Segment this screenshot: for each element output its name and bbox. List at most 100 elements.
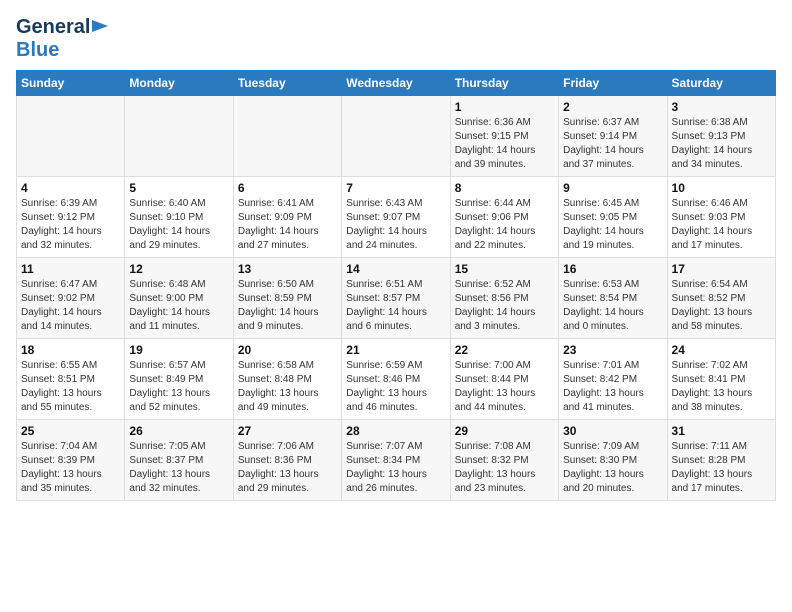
col-header-sunday: Sunday — [17, 71, 125, 96]
logo-text-general: General — [16, 16, 90, 38]
day-info: Sunrise: 6:50 AM Sunset: 8:59 PM Dayligh… — [238, 278, 337, 334]
calendar-cell: 22 Sunrise: 7:00 AM Sunset: 8:44 PM Dayli… — [450, 339, 558, 420]
calendar-cell: 30 Sunrise: 7:09 AM Sunset: 8:30 PM Dayli… — [559, 420, 667, 501]
col-header-thursday: Thursday — [450, 71, 558, 96]
day-info: Sunrise: 6:53 AM Sunset: 8:54 PM Dayligh… — [563, 278, 662, 334]
calendar-cell — [17, 96, 125, 177]
day-number: 25 — [21, 424, 120, 438]
day-info: Sunrise: 6:47 AM Sunset: 9:02 PM Dayligh… — [21, 278, 120, 334]
calendar-cell: 2 Sunrise: 6:37 AM Sunset: 9:14 PM Daylig… — [559, 96, 667, 177]
calendar-cell: 26 Sunrise: 7:05 AM Sunset: 8:37 PM Dayli… — [125, 420, 233, 501]
day-info: Sunrise: 6:51 AM Sunset: 8:57 PM Dayligh… — [346, 278, 445, 334]
week-row-2: 4 Sunrise: 6:39 AM Sunset: 9:12 PM Daylig… — [17, 177, 776, 258]
col-header-tuesday: Tuesday — [233, 71, 341, 96]
calendar-cell — [125, 96, 233, 177]
calendar-cell: 21 Sunrise: 6:59 AM Sunset: 8:46 PM Dayli… — [342, 339, 450, 420]
calendar-cell: 23Sunrise: 7:01 AM Sunset: 8:42 PM Dayli… — [559, 339, 667, 420]
calendar-cell: 17 Sunrise: 6:54 AM Sunset: 8:52 PM Dayli… — [667, 258, 775, 339]
day-info: Sunrise: 6:59 AM Sunset: 8:46 PM Dayligh… — [346, 359, 445, 415]
day-number: 16 — [563, 262, 662, 276]
calendar-cell: 13 Sunrise: 6:50 AM Sunset: 8:59 PM Dayli… — [233, 258, 341, 339]
day-number: 19 — [129, 343, 228, 357]
calendar-cell: 19 Sunrise: 6:57 AM Sunset: 8:49 PM Dayli… — [125, 339, 233, 420]
day-info: Sunrise: 7:09 AM Sunset: 8:30 PM Dayligh… — [563, 440, 662, 496]
day-number: 6 — [238, 181, 337, 195]
calendar-cell: 24 Sunrise: 7:02 AM Sunset: 8:41 PM Dayli… — [667, 339, 775, 420]
day-number: 11 — [21, 262, 120, 276]
col-header-monday: Monday — [125, 71, 233, 96]
day-number: 14 — [346, 262, 445, 276]
logo-arrow-icon — [92, 16, 108, 36]
day-number: 13 — [238, 262, 337, 276]
calendar-cell: 7Sunrise: 6:43 AM Sunset: 9:07 PM Daylig… — [342, 177, 450, 258]
day-info: Sunrise: 7:06 AM Sunset: 8:36 PM Dayligh… — [238, 440, 337, 496]
day-number: 22 — [455, 343, 554, 357]
week-row-1: 1 Sunrise: 6:36 AM Sunset: 9:15 PM Daylig… — [17, 96, 776, 177]
day-info: Sunrise: 6:41 AM Sunset: 9:09 PM Dayligh… — [238, 197, 337, 253]
day-info: Sunrise: 6:58 AM Sunset: 8:48 PM Dayligh… — [238, 359, 337, 415]
calendar-cell: 8 Sunrise: 6:44 AM Sunset: 9:06 PM Daylig… — [450, 177, 558, 258]
calendar-cell: 9 Sunrise: 6:45 AM Sunset: 9:05 PM Daylig… — [559, 177, 667, 258]
day-info: Sunrise: 7:01 AM Sunset: 8:42 PM Dayligh… — [563, 359, 662, 415]
day-number: 30 — [563, 424, 662, 438]
calendar-cell — [233, 96, 341, 177]
calendar-cell — [342, 96, 450, 177]
calendar-cell: 5Sunrise: 6:40 AM Sunset: 9:10 PM Daylig… — [125, 177, 233, 258]
day-number: 27 — [238, 424, 337, 438]
calendar-table: SundayMondayTuesdayWednesdayThursdayFrid… — [16, 70, 776, 501]
week-row-5: 25 Sunrise: 7:04 AM Sunset: 8:39 PM Dayli… — [17, 420, 776, 501]
day-info: Sunrise: 6:45 AM Sunset: 9:05 PM Dayligh… — [563, 197, 662, 253]
day-info: Sunrise: 7:02 AM Sunset: 8:41 PM Dayligh… — [672, 359, 771, 415]
calendar-cell: 10Sunrise: 6:46 AM Sunset: 9:03 PM Dayli… — [667, 177, 775, 258]
day-info: Sunrise: 6:40 AM Sunset: 9:10 PM Dayligh… — [129, 197, 228, 253]
calendar-cell: 28Sunrise: 7:07 AM Sunset: 8:34 PM Dayli… — [342, 420, 450, 501]
day-info: Sunrise: 7:08 AM Sunset: 8:32 PM Dayligh… — [455, 440, 554, 496]
calendar-cell: 11 Sunrise: 6:47 AM Sunset: 9:02 PM Dayli… — [17, 258, 125, 339]
day-info: Sunrise: 6:44 AM Sunset: 9:06 PM Dayligh… — [455, 197, 554, 253]
day-number: 24 — [672, 343, 771, 357]
day-info: Sunrise: 6:38 AM Sunset: 9:13 PM Dayligh… — [672, 116, 771, 172]
col-header-saturday: Saturday — [667, 71, 775, 96]
day-number: 12 — [129, 262, 228, 276]
calendar-cell: 25 Sunrise: 7:04 AM Sunset: 8:39 PM Dayli… — [17, 420, 125, 501]
day-number: 17 — [672, 262, 771, 276]
day-number: 1 — [455, 100, 554, 114]
day-number: 15 — [455, 262, 554, 276]
day-info: Sunrise: 6:39 AM Sunset: 9:12 PM Dayligh… — [21, 197, 120, 253]
day-number: 8 — [455, 181, 554, 195]
calendar-cell: 3 Sunrise: 6:38 AM Sunset: 9:13 PM Daylig… — [667, 96, 775, 177]
calendar-cell: 31Sunrise: 7:11 AM Sunset: 8:28 PM Dayli… — [667, 420, 775, 501]
page-header: General Blue — [16, 16, 776, 62]
day-info: Sunrise: 7:00 AM Sunset: 8:44 PM Dayligh… — [455, 359, 554, 415]
week-row-3: 11 Sunrise: 6:47 AM Sunset: 9:02 PM Dayli… — [17, 258, 776, 339]
calendar-cell: 15Sunrise: 6:52 AM Sunset: 8:56 PM Dayli… — [450, 258, 558, 339]
calendar-cell: 1 Sunrise: 6:36 AM Sunset: 9:15 PM Daylig… — [450, 96, 558, 177]
day-number: 7 — [346, 181, 445, 195]
day-info: Sunrise: 6:37 AM Sunset: 9:14 PM Dayligh… — [563, 116, 662, 172]
day-number: 20 — [238, 343, 337, 357]
day-number: 9 — [563, 181, 662, 195]
calendar-header-row: SundayMondayTuesdayWednesdayThursdayFrid… — [17, 71, 776, 96]
col-header-friday: Friday — [559, 71, 667, 96]
day-info: Sunrise: 7:07 AM Sunset: 8:34 PM Dayligh… — [346, 440, 445, 496]
day-number: 29 — [455, 424, 554, 438]
calendar-cell: 6 Sunrise: 6:41 AM Sunset: 9:09 PM Daylig… — [233, 177, 341, 258]
calendar-cell: 29 Sunrise: 7:08 AM Sunset: 8:32 PM Dayli… — [450, 420, 558, 501]
day-info: Sunrise: 7:05 AM Sunset: 8:37 PM Dayligh… — [129, 440, 228, 496]
day-info: Sunrise: 6:36 AM Sunset: 9:15 PM Dayligh… — [455, 116, 554, 172]
day-info: Sunrise: 6:54 AM Sunset: 8:52 PM Dayligh… — [672, 278, 771, 334]
logo: General Blue — [16, 16, 90, 62]
day-number: 3 — [672, 100, 771, 114]
calendar-cell: 20 Sunrise: 6:58 AM Sunset: 8:48 PM Dayli… — [233, 339, 341, 420]
day-number: 4 — [21, 181, 120, 195]
day-number: 21 — [346, 343, 445, 357]
day-info: Sunrise: 7:04 AM Sunset: 8:39 PM Dayligh… — [21, 440, 120, 496]
day-info: Sunrise: 6:55 AM Sunset: 8:51 PM Dayligh… — [21, 359, 120, 415]
day-number: 26 — [129, 424, 228, 438]
day-info: Sunrise: 6:48 AM Sunset: 9:00 PM Dayligh… — [129, 278, 228, 334]
day-info: Sunrise: 6:57 AM Sunset: 8:49 PM Dayligh… — [129, 359, 228, 415]
day-info: Sunrise: 6:46 AM Sunset: 9:03 PM Dayligh… — [672, 197, 771, 253]
day-info: Sunrise: 7:11 AM Sunset: 8:28 PM Dayligh… — [672, 440, 771, 496]
col-header-wednesday: Wednesday — [342, 71, 450, 96]
day-number: 2 — [563, 100, 662, 114]
